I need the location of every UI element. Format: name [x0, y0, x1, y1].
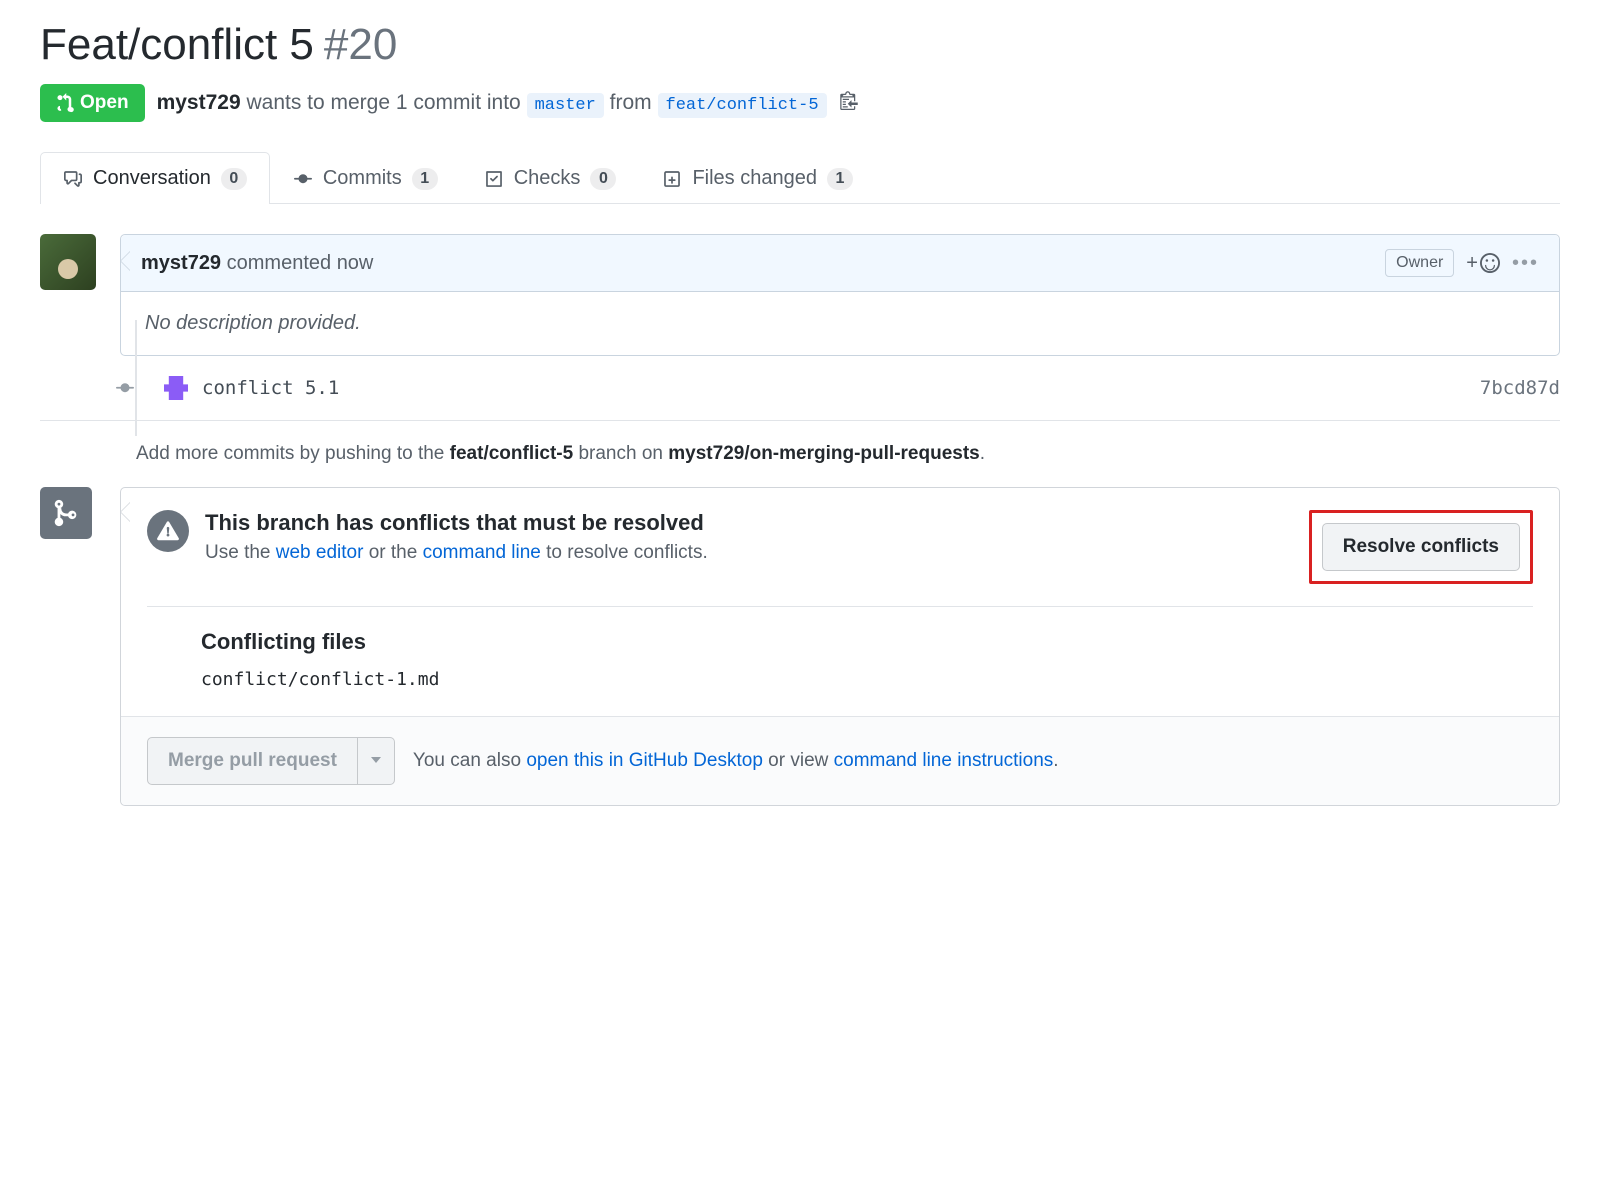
tab-checks[interactable]: Checks 0: [461, 152, 640, 204]
tab-files-count: 1: [827, 168, 853, 190]
conflicting-file: conflict/conflict-1.md: [201, 669, 1533, 690]
resolve-conflicts-button[interactable]: Resolve conflicts: [1322, 523, 1520, 571]
tab-conversation-label: Conversation: [93, 167, 211, 190]
command-line-link[interactable]: command line: [423, 542, 541, 563]
divider: [40, 420, 1560, 421]
copy-branch-icon[interactable]: [839, 90, 859, 116]
merge-block: This branch has conflicts that must be r…: [40, 487, 1560, 806]
base-branch[interactable]: master: [527, 93, 604, 118]
tab-commits[interactable]: Commits 1: [270, 152, 461, 204]
commit-icon: [116, 379, 134, 397]
tab-files-label: Files changed: [692, 167, 817, 190]
tab-conversation-count: 0: [221, 168, 247, 190]
pr-header: Feat/conflict 5 #20: [40, 20, 1560, 70]
commit-sha[interactable]: 7bcd87d: [1480, 377, 1560, 399]
comment-body: No description provided.: [121, 292, 1559, 355]
commit-avatar[interactable]: [164, 376, 188, 400]
tab-commits-count: 1: [412, 168, 438, 190]
comment-block: myst729 commented now Owner + ••• No des…: [40, 234, 1560, 356]
tab-commits-label: Commits: [323, 167, 402, 190]
merge-pr-dropdown[interactable]: [358, 737, 395, 785]
push-hint: Add more commits by pushing to the feat/…: [136, 443, 1560, 465]
conflict-desc: Use the web editor or the command line t…: [205, 542, 708, 564]
merge-description: myst729 wants to merge 1 commit into mas…: [157, 91, 827, 115]
state-label: Open: [80, 92, 129, 114]
state-badge: Open: [40, 84, 145, 122]
comment-time: now: [337, 252, 374, 274]
tab-files[interactable]: Files changed 1: [639, 152, 876, 204]
web-editor-link[interactable]: web editor: [276, 542, 364, 563]
comment-header: myst729 commented now Owner + •••: [121, 235, 1559, 292]
tab-checks-count: 0: [590, 168, 616, 190]
alert-icon: [147, 510, 189, 552]
conflict-heading: This branch has conflicts that must be r…: [205, 510, 708, 536]
conflicting-files-heading: Conflicting files: [201, 629, 1533, 655]
pr-title: Feat/conflict 5: [40, 20, 314, 70]
pr-author[interactable]: myst729: [157, 91, 241, 114]
pr-number: #20: [324, 20, 397, 70]
merge-pr-button[interactable]: Merge pull request: [147, 737, 358, 785]
pr-status-row: Open myst729 wants to merge 1 commit int…: [40, 84, 1560, 122]
timeline-commit: conflict 5.1 7bcd87d: [116, 376, 1560, 400]
resolve-highlight: Resolve conflicts: [1309, 510, 1533, 584]
head-branch[interactable]: feat/conflict-5: [658, 93, 827, 118]
merge-button-group: Merge pull request: [147, 737, 395, 785]
cli-instructions-link[interactable]: command line instructions: [834, 750, 1054, 771]
triangle-down-icon: [370, 754, 382, 766]
pr-tabs: Conversation 0 Commits 1 Checks 0 Files …: [40, 152, 1560, 204]
add-reaction-button[interactable]: +: [1466, 252, 1500, 275]
tab-checks-label: Checks: [514, 167, 581, 190]
merge-panel: This branch has conflicts that must be r…: [120, 487, 1560, 806]
avatar[interactable]: [40, 234, 96, 290]
comment-box: myst729 commented now Owner + ••• No des…: [120, 234, 1560, 356]
owner-badge: Owner: [1385, 249, 1454, 277]
commit-message[interactable]: conflict 5.1: [202, 377, 1480, 399]
timeline-line: [135, 320, 137, 436]
merge-footer: Merge pull request You can also open thi…: [121, 716, 1559, 805]
kebab-menu-icon[interactable]: •••: [1512, 252, 1539, 275]
git-pull-request-icon: [56, 93, 74, 113]
git-merge-icon: [40, 487, 92, 539]
comment-author[interactable]: myst729: [141, 252, 221, 274]
open-desktop-link[interactable]: open this in GitHub Desktop: [526, 750, 763, 771]
tab-conversation[interactable]: Conversation 0: [40, 152, 270, 204]
